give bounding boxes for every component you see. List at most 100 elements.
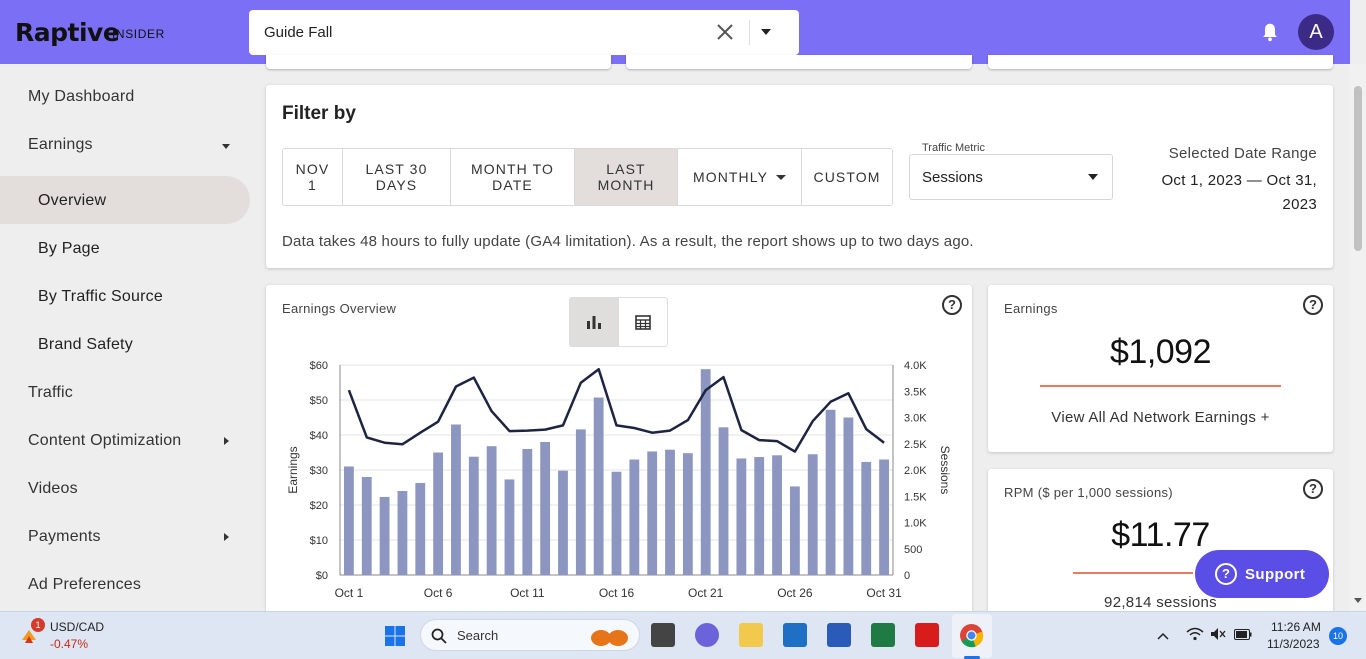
- bar: [451, 424, 461, 575]
- close-icon[interactable]: [713, 20, 737, 44]
- filter-nov1-button[interactable]: NOV 1: [283, 149, 343, 205]
- scroll-down-arrow-icon[interactable]: [1354, 598, 1362, 603]
- ticker-name[interactable]: USD/CAD: [50, 620, 104, 634]
- sidebar-item-my-dashboard[interactable]: My Dashboard: [28, 88, 134, 106]
- wifi-icon[interactable]: [1186, 627, 1204, 641]
- excel-icon[interactable]: [871, 623, 895, 647]
- pumpkin-icon: [591, 630, 628, 646]
- battery-icon[interactable]: [1234, 629, 1252, 640]
- bar: [593, 397, 604, 575]
- y-tick-label-right: 3.0K: [904, 413, 927, 425]
- view-all-earnings-link[interactable]: View All Ad Network Earnings +: [988, 409, 1333, 426]
- bar: [772, 455, 782, 575]
- notification-badge[interactable]: 10: [1329, 627, 1347, 645]
- site-selector[interactable]: Guide Fall: [249, 10, 799, 55]
- accent-divider: [1040, 385, 1281, 387]
- y-tick-label-left: $20: [310, 500, 328, 512]
- chevron-down-icon: [1088, 174, 1098, 180]
- filter-last-month-button[interactable]: LAST MONTH: [575, 149, 678, 205]
- sidebar-item-overview[interactable]: Overview: [38, 192, 106, 210]
- rpm-card-title: RPM ($ per 1,000 sessions): [1004, 485, 1173, 500]
- taskbar-search[interactable]: Search: [420, 619, 640, 651]
- word-icon[interactable]: [827, 623, 851, 647]
- x-tick-label: Oct 11: [510, 586, 545, 600]
- sidebar-item-by-traffic-source[interactable]: By Traffic Source: [38, 288, 163, 306]
- y-axis-label-right: Sessions: [938, 446, 952, 495]
- traffic-metric-select[interactable]: Sessions: [909, 154, 1113, 200]
- search-icon: [431, 628, 447, 644]
- bar: [540, 442, 551, 575]
- help-icon[interactable]: ?: [1303, 479, 1323, 499]
- ticker-change: -0.47%: [50, 637, 89, 651]
- bar: [700, 369, 711, 575]
- sidebar-item-payments[interactable]: Payments: [28, 528, 101, 546]
- y-tick-label-left: $40: [310, 430, 328, 442]
- chrome-icon[interactable]: [959, 623, 984, 648]
- earnings-chart: $0 $10 $20 $30 $40 $50 $60 0 500 1.0K 1.5K 2.0K 2.5K…: [286, 360, 952, 600]
- y-tick-label-right: 1.0K: [904, 518, 927, 530]
- help-icon[interactable]: ?: [1303, 295, 1323, 315]
- filter-month-to-date-button[interactable]: MONTH TO DATE: [451, 149, 575, 205]
- support-button[interactable]: ? Support: [1195, 550, 1329, 598]
- brand-logo[interactable]: Raptive: [15, 18, 120, 47]
- bell-icon[interactable]: [1259, 20, 1281, 44]
- sidebar-item-brand-safety[interactable]: Brand Safety: [38, 336, 133, 354]
- chevron-down-icon[interactable]: [761, 29, 771, 35]
- bar: [754, 457, 765, 575]
- chevron-right-icon[interactable]: [224, 533, 229, 541]
- date-filter-group: NOV 1 LAST 30 DAYS MONTH TO DATE LAST MO…: [282, 148, 893, 206]
- filter-monthly-dropdown[interactable]: MONTHLY: [678, 149, 802, 205]
- sidebar-item-earnings[interactable]: Earnings: [28, 136, 93, 154]
- site-selector-value[interactable]: Guide Fall: [264, 24, 332, 41]
- filter-card: Filter by NOV 1 LAST 30 DAYS MONTH TO DA…: [266, 85, 1333, 268]
- filter-last30-button[interactable]: LAST 30 DAYS: [343, 149, 451, 205]
- sidebar-item-by-page[interactable]: By Page: [38, 240, 100, 258]
- x-tick-label: Oct 31: [866, 586, 902, 600]
- chevron-down-icon: [776, 174, 787, 180]
- sidebar-item-videos[interactable]: Videos: [28, 480, 78, 498]
- kaspersky-icon[interactable]: [915, 623, 939, 647]
- clock-date[interactable]: 11/3/2023: [1267, 637, 1320, 651]
- scrollbar[interactable]: [1350, 64, 1366, 611]
- chevron-down-icon[interactable]: [222, 144, 230, 149]
- y-tick-label-right: 1.5K: [904, 491, 927, 503]
- x-tick-label: Oct 1: [335, 586, 364, 600]
- chevron-up-icon[interactable]: [1157, 628, 1169, 643]
- rpm-card: RPM ($ per 1,000 sessions) ? $11.77 92,8…: [988, 469, 1333, 629]
- avatar[interactable]: A: [1298, 14, 1334, 50]
- y-tick-label-left: $60: [310, 360, 328, 372]
- filter-custom-button[interactable]: CUSTOM: [802, 149, 892, 205]
- file-explorer-icon[interactable]: [739, 623, 763, 647]
- outlook-icon[interactable]: [783, 623, 807, 647]
- windows-taskbar: 1 USD/CAD -0.47% Search 11:26 AM 11/3/20…: [0, 611, 1366, 659]
- card-stub: [266, 55, 611, 69]
- teams-icon[interactable]: [695, 623, 719, 647]
- support-label: Support: [1245, 566, 1306, 583]
- bar: [344, 466, 354, 575]
- date-range-value: Oct 1, 2023 — Oct 31, 2023: [1161, 172, 1317, 213]
- bar: [789, 486, 800, 575]
- card-stub: [988, 55, 1333, 69]
- bar: [468, 456, 479, 575]
- x-tick-label: Oct 6: [424, 586, 453, 600]
- bar: [682, 453, 693, 575]
- scrollbar-thumb[interactable]: [1354, 86, 1362, 251]
- x-tick-label: Oct 26: [777, 586, 813, 600]
- x-tick-label: Oct 21: [688, 586, 724, 600]
- traffic-metric-label: Traffic Metric: [919, 142, 988, 154]
- windows-start-icon[interactable]: [384, 625, 406, 647]
- bar: [575, 429, 586, 575]
- chevron-right-icon[interactable]: [224, 437, 229, 445]
- bar: [611, 471, 622, 575]
- sidebar-item-content-optimization[interactable]: Content Optimization: [28, 432, 181, 450]
- y-tick-label-right: 3.5K: [904, 386, 927, 398]
- sidebar-item-ad-preferences[interactable]: Ad Preferences: [28, 576, 141, 594]
- y-tick-label-left: $0: [316, 570, 328, 582]
- bar: [415, 482, 426, 575]
- help-circle-icon: ?: [1215, 563, 1237, 585]
- sidebar-item-traffic[interactable]: Traffic: [28, 384, 73, 402]
- sessions-line: [347, 367, 885, 453]
- task-view-icon[interactable]: [651, 623, 675, 647]
- speaker-muted-icon[interactable]: [1210, 627, 1226, 641]
- clock-time[interactable]: 11:26 AM: [1271, 620, 1321, 634]
